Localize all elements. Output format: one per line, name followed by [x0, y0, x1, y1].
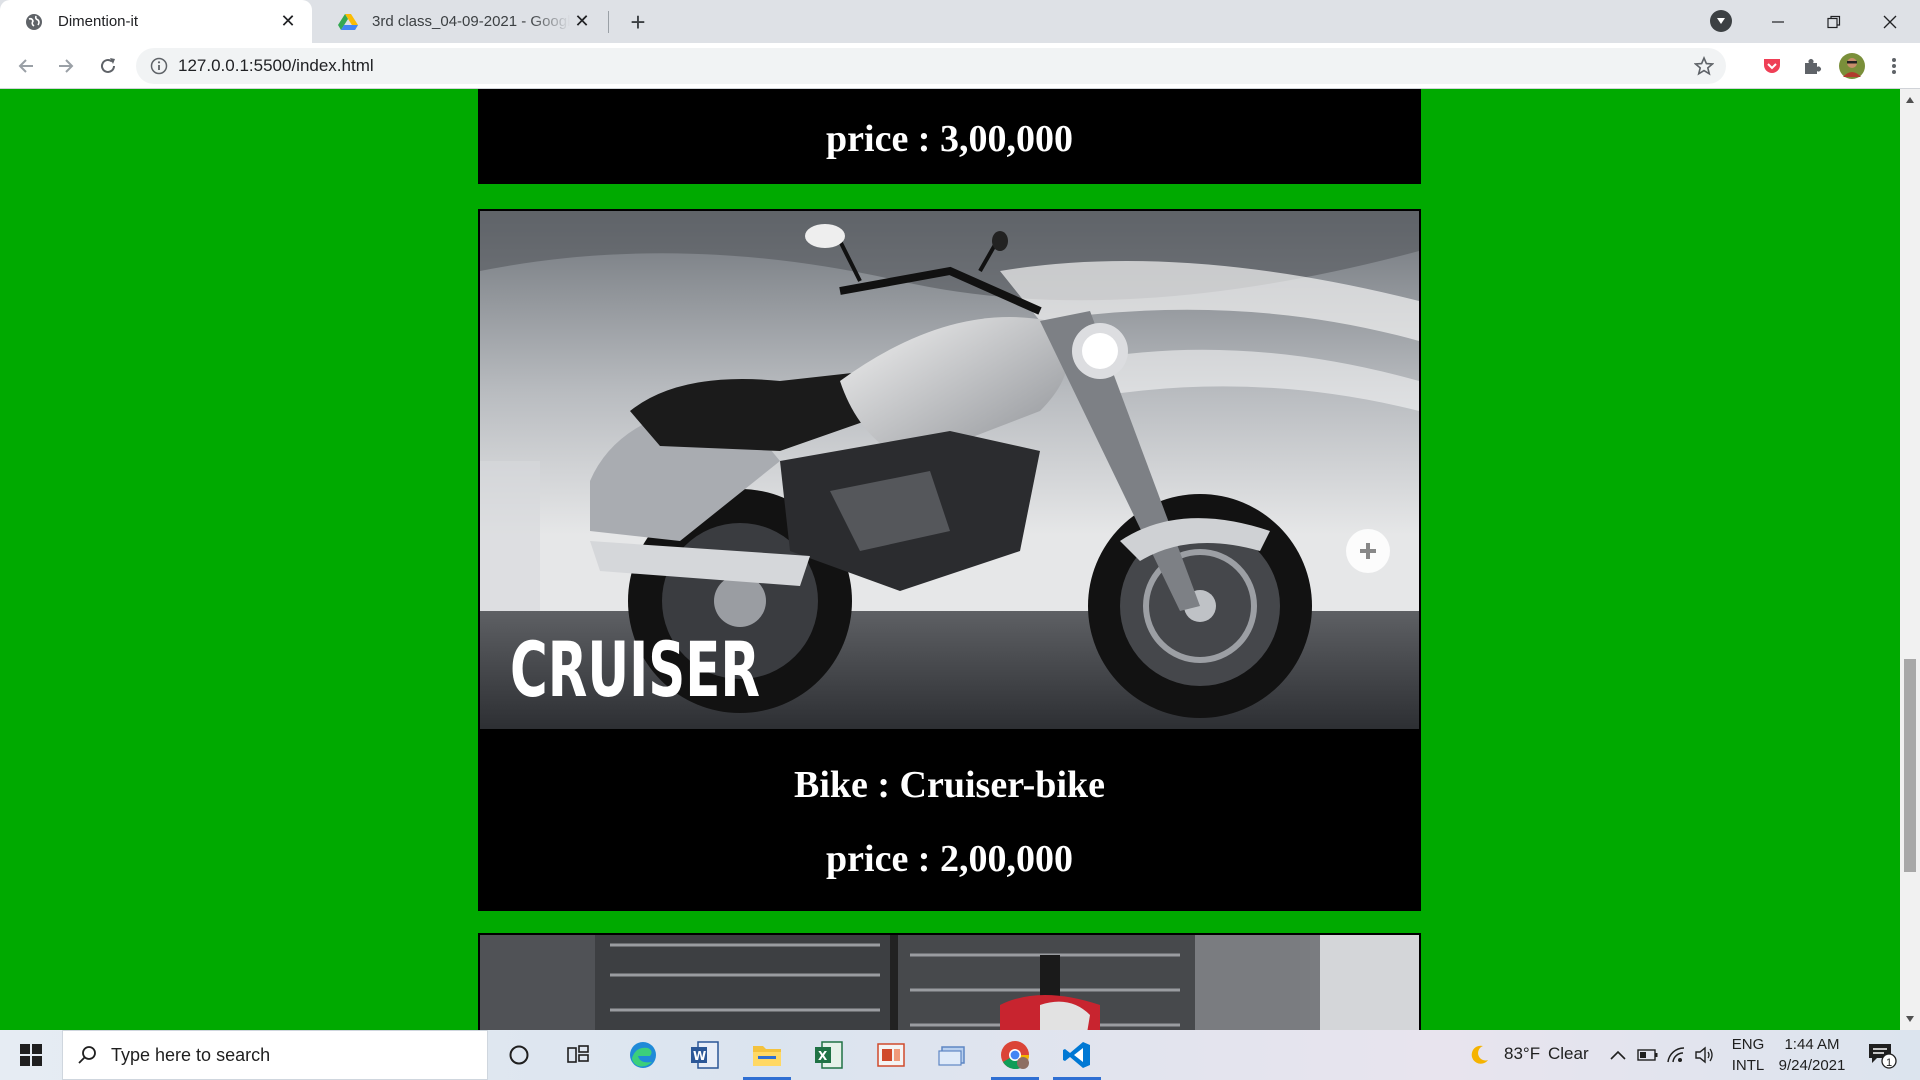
back-button[interactable]	[12, 52, 40, 80]
browser-toolbar: 127.0.0.1:5500/index.html	[0, 43, 1920, 89]
page-viewport: price : 3,00,000 CRUISER Bike: Cruiser-…	[0, 89, 1900, 1030]
reload-button[interactable]	[94, 52, 122, 80]
tab-title: Dimention-it	[58, 13, 139, 30]
bike-image	[480, 935, 1419, 1030]
weather-moon-icon[interactable]	[1464, 1036, 1494, 1074]
tab-title: 3rd class_04-09-2021 - Google Drive	[372, 13, 570, 30]
vscode-icon[interactable]	[1058, 1036, 1096, 1074]
scroll-thumb[interactable]	[1904, 659, 1916, 872]
info-icon[interactable]	[150, 57, 168, 75]
app-icon[interactable]	[872, 1036, 910, 1074]
notifications-icon[interactable]: 1	[1864, 1036, 1900, 1074]
notification-count: 1	[1885, 1057, 1893, 1069]
wifi-icon[interactable]	[1664, 1036, 1688, 1074]
svg-text:X: X	[818, 1049, 828, 1063]
product-price: price : 3,00,000	[826, 118, 1073, 160]
product-price: price : 2,00,000	[826, 838, 1073, 880]
tab-search-icon[interactable]	[1710, 10, 1732, 32]
tab-google-drive[interactable]: 3rd class_04-09-2021 - Google Drive ✕	[314, 0, 606, 43]
url-text: 127.0.0.1:5500/index.html	[178, 56, 374, 75]
volume-icon[interactable]	[1692, 1036, 1716, 1074]
restore-button[interactable]	[1806, 0, 1862, 43]
search-placeholder: Type here to search	[111, 1044, 271, 1065]
cruiser-bike-image: CRUISER	[480, 211, 1419, 729]
browser-menu-icon[interactable]	[1882, 54, 1906, 78]
product-card: CRUISER Bike : Cruiser-bike price : 2,00…	[478, 209, 1421, 911]
product-card	[478, 933, 1421, 1030]
profile-avatar[interactable]	[1838, 52, 1866, 80]
svg-text:W: W	[693, 1049, 706, 1063]
edge-browser-icon[interactable]	[624, 1036, 662, 1074]
close-icon[interactable]: ✕	[570, 10, 594, 34]
chrome-icon[interactable]	[996, 1036, 1034, 1074]
close-icon[interactable]: ✕	[276, 10, 300, 34]
clock-time[interactable]: 1:44 AM	[1770, 1036, 1854, 1053]
new-tab-button[interactable]: +	[624, 7, 652, 37]
forward-button[interactable]	[52, 52, 80, 80]
app-icon[interactable]	[934, 1036, 972, 1074]
pocket-extension-icon[interactable]	[1760, 54, 1784, 78]
taskbar-search-input[interactable]: Type here to search	[62, 1030, 488, 1080]
bookmark-star-icon[interactable]	[1693, 55, 1715, 76]
search-icon	[77, 1045, 97, 1065]
cortana-icon[interactable]	[500, 1036, 538, 1074]
clock-date[interactable]: 9/24/2021	[1770, 1057, 1854, 1074]
google-drive-icon	[338, 12, 358, 32]
cruiser-photo-text: CRUISER	[510, 625, 760, 714]
file-explorer-icon[interactable]	[748, 1036, 786, 1074]
battery-icon[interactable]	[1636, 1036, 1660, 1074]
close-window-button[interactable]	[1862, 0, 1918, 43]
tab-strip: Dimention-it ✕ 3rd class_04-09-2021 - Go…	[0, 0, 1920, 43]
windows-taskbar: Type here to search W X 83°F Clear ENG I…	[0, 1030, 1920, 1080]
language-top[interactable]: ENG	[1728, 1036, 1768, 1053]
minimize-button[interactable]	[1750, 0, 1806, 43]
windows-start-icon[interactable]	[10, 1030, 52, 1080]
excel-icon[interactable]: X	[810, 1036, 848, 1074]
extensions-puzzle-icon[interactable]	[1800, 54, 1824, 78]
page-scrollbar[interactable]	[1900, 89, 1920, 1030]
scroll-up-icon[interactable]	[1905, 95, 1915, 105]
address-bar[interactable]: 127.0.0.1:5500/index.html	[136, 48, 1726, 84]
product-card: price : 3,00,000	[478, 89, 1421, 184]
word-icon[interactable]: W	[686, 1036, 724, 1074]
tab-dimention-it[interactable]: Dimention-it ✕	[0, 0, 312, 43]
task-view-icon[interactable]	[560, 1036, 598, 1074]
chevron-up-icon[interactable]	[1606, 1036, 1630, 1074]
scroll-down-icon[interactable]	[1905, 1014, 1915, 1024]
language-bottom[interactable]: INTL	[1728, 1057, 1768, 1074]
weather-temp[interactable]: 83°F	[1504, 1044, 1540, 1064]
tab-separator	[608, 11, 609, 33]
globe-icon	[24, 12, 44, 32]
weather-condition[interactable]: Clear	[1548, 1044, 1589, 1064]
product-name: Bike : Cruiser-bike	[793, 764, 1105, 806]
